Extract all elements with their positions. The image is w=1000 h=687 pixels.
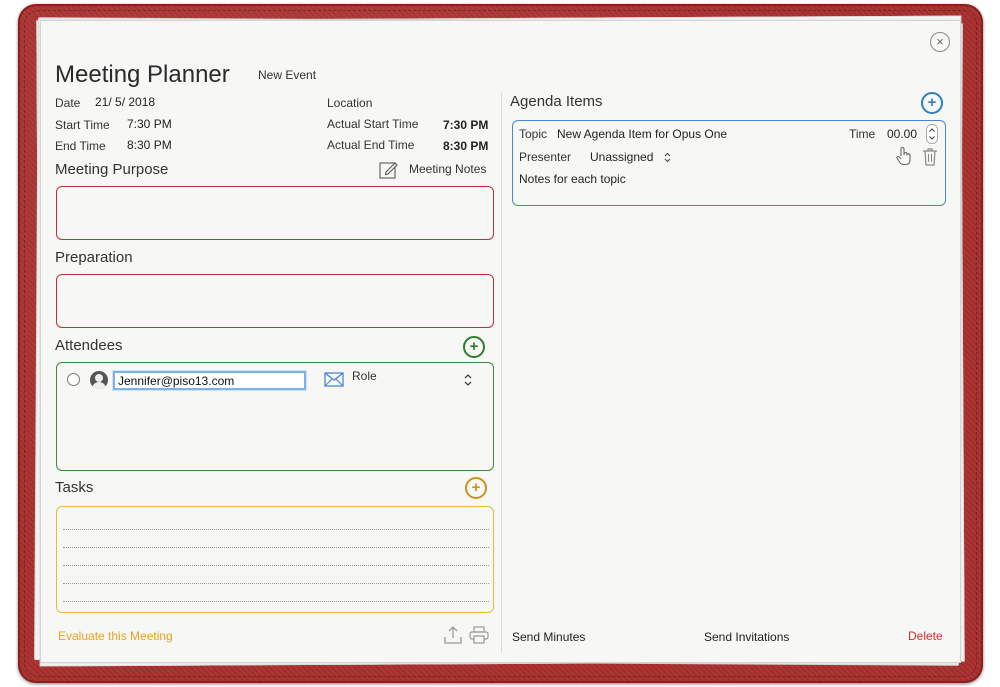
agenda-notes[interactable]: Notes for each topic: [519, 172, 626, 186]
actual-end-label: Actual End Time: [327, 138, 415, 152]
meeting-purpose-field[interactable]: [56, 186, 494, 240]
page-title: Meeting Planner: [55, 61, 230, 88]
actual-start-value[interactable]: 7:30 PM: [443, 118, 488, 132]
send-invitations-button[interactable]: Send Invitations: [704, 630, 789, 644]
task-line: [63, 529, 489, 530]
meeting-notes-link[interactable]: Meeting Notes: [409, 162, 486, 176]
plus-icon: +: [471, 479, 481, 496]
task-line: [63, 583, 489, 584]
plus-icon: +: [469, 338, 479, 355]
attendees-heading: Attendees: [55, 337, 123, 354]
preparation-heading: Preparation: [55, 249, 133, 266]
add-agenda-item-button[interactable]: +: [921, 92, 943, 114]
location-label[interactable]: Location: [327, 96, 372, 110]
close-button[interactable]: ×: [930, 32, 950, 52]
presenter-stepper-icon[interactable]: [663, 151, 672, 169]
task-line: [63, 565, 489, 566]
actual-end-value[interactable]: 8:30 PM: [443, 139, 488, 153]
start-time-value[interactable]: 7:30 PM: [127, 117, 172, 131]
attendee-email-input[interactable]: [113, 371, 306, 390]
presenter-label: Presenter: [519, 150, 572, 164]
task-line: [63, 601, 489, 602]
meeting-purpose-heading: Meeting Purpose: [55, 161, 169, 178]
edit-notes-icon[interactable]: [379, 160, 399, 185]
avatar-icon: [90, 371, 108, 389]
preparation-field[interactable]: [56, 274, 494, 328]
evaluate-meeting-link[interactable]: Evaluate this Meeting: [58, 629, 173, 643]
event-name[interactable]: New Event: [258, 68, 316, 82]
end-time-label: End Time: [55, 139, 106, 153]
time-stepper[interactable]: [926, 124, 938, 149]
drag-hand-icon[interactable]: [895, 146, 913, 171]
presenter-select[interactable]: Unassigned: [590, 150, 653, 164]
tasks-list[interactable]: [56, 506, 494, 613]
time-value[interactable]: 00.00: [887, 127, 917, 141]
date-value[interactable]: 21/ 5/ 2018: [95, 95, 155, 109]
topic-value[interactable]: New Agenda Item for Opus One: [557, 127, 727, 141]
share-icon[interactable]: [443, 625, 463, 650]
delete-button[interactable]: Delete: [908, 629, 943, 643]
mail-icon[interactable]: [324, 372, 344, 392]
topic-label: Topic: [519, 127, 548, 141]
planner-page: × Meeting Planner New Event Date 21/ 5/ …: [40, 20, 961, 663]
task-line: [63, 547, 489, 548]
start-time-label: Start Time: [55, 118, 110, 132]
role-label[interactable]: Role: [352, 369, 377, 383]
trash-icon[interactable]: [922, 147, 938, 171]
actual-start-label: Actual Start Time: [327, 117, 419, 131]
send-minutes-button[interactable]: Send Minutes: [512, 630, 585, 644]
attendee-select-radio[interactable]: [67, 373, 80, 386]
plus-icon: +: [927, 94, 937, 111]
close-icon: ×: [936, 34, 944, 49]
add-attendee-button[interactable]: +: [463, 336, 485, 358]
tasks-heading: Tasks: [55, 479, 94, 496]
add-task-button[interactable]: +: [465, 477, 487, 499]
agenda-items-heading: Agenda Items: [510, 93, 603, 110]
print-icon[interactable]: [469, 626, 489, 649]
end-time-value[interactable]: 8:30 PM: [127, 138, 172, 152]
time-label: Time: [849, 127, 876, 141]
column-divider: [501, 93, 502, 653]
role-stepper-icon[interactable]: [463, 373, 473, 392]
date-label: Date: [55, 96, 81, 110]
